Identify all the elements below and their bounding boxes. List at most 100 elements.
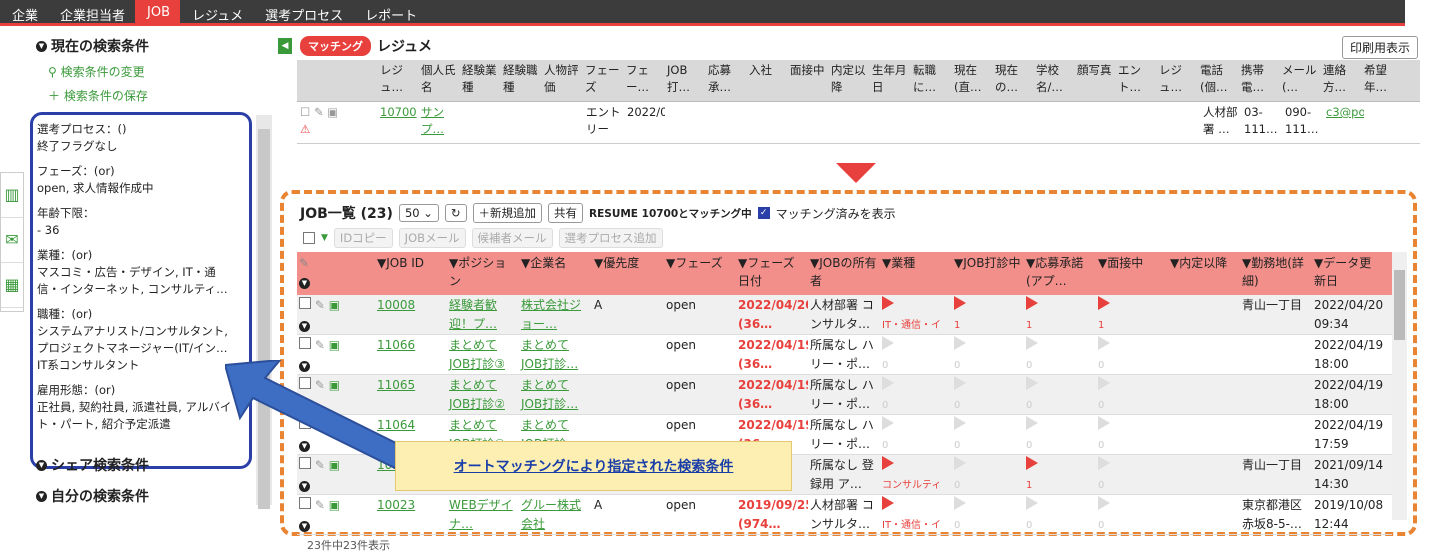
save-conditions-link[interactable]: ＋ 検索条件の保存 xyxy=(48,87,148,104)
resume-column-header[interactable]: 経験職種 xyxy=(500,60,541,101)
resume-column-header[interactable]: フェー… xyxy=(623,60,664,101)
resume-column-header[interactable]: レジュ… xyxy=(1156,60,1197,101)
job-column-header[interactable]: ▼業種 xyxy=(880,252,952,295)
change-conditions-link[interactable]: ⚲ 検索条件の変更 xyxy=(48,63,145,80)
resume-column-header[interactable]: JOB打… xyxy=(664,60,705,101)
resume-column-header[interactable]: 面接中 xyxy=(787,60,828,101)
job-cell[interactable]: 経験者歓迎！プ… xyxy=(447,295,519,334)
job-column-header[interactable]: ▼JOB ID xyxy=(375,252,447,295)
job-column-header[interactable]: ▼JOBの所有者 xyxy=(808,252,880,295)
job-cell: 0 xyxy=(1024,335,1096,374)
mail-icon[interactable]: ✉ xyxy=(1,218,23,263)
job-table-scrollbar[interactable] xyxy=(1392,252,1407,520)
resume-column-header[interactable]: 応募承… xyxy=(705,60,746,101)
job-column-header[interactable]: ▼優先度 xyxy=(592,252,664,295)
nav-tab[interactable]: 選考プロセス xyxy=(253,0,353,24)
calendar-icon[interactable]: ▦ xyxy=(1,263,23,308)
job-cell: 2022/04/20 (36… xyxy=(738,298,808,331)
current-conditions-heading[interactable]: ▼ 現在の検索条件 xyxy=(36,36,149,56)
resume-column-header[interactable]: 内定以降 xyxy=(828,60,869,101)
pin-column-header[interactable]: ✎ ▼ xyxy=(297,252,375,295)
resume-column-header[interactable]: 現在の… xyxy=(992,60,1033,101)
per-page-select[interactable]: 50 ⌄ xyxy=(398,204,439,222)
job-cell[interactable]: WEBデザイナ… xyxy=(447,495,519,534)
job-cell: コンサルティング xyxy=(880,455,952,494)
resume-column-header[interactable]: エント… xyxy=(1115,60,1156,101)
job-cell[interactable]: まとめてJOB打診② xyxy=(447,375,519,414)
job-cell: A xyxy=(594,498,603,512)
nav-tab[interactable]: 企業担当者 xyxy=(48,0,135,24)
job-cell xyxy=(1168,415,1240,454)
resume-column-header[interactable]: フェーズ xyxy=(582,60,623,101)
job-cell: 0 xyxy=(1096,415,1168,454)
job-cell: 0 xyxy=(880,375,952,414)
job-cell: 東京都港区赤坂8-5-… xyxy=(1242,498,1303,531)
resume-name-link[interactable]: サンプ… xyxy=(418,102,459,143)
resume-column-header[interactable]: 電話(個… xyxy=(1197,60,1238,101)
job-column-header[interactable]: ▼応募承諾(アプ… xyxy=(1024,252,1096,295)
resume-column-header[interactable]: レジュ… xyxy=(377,60,418,101)
job-cell: 所属なし ハリー・ポ… xyxy=(810,378,874,411)
show-matched-checkbox[interactable]: ✓ xyxy=(757,207,770,219)
nav-tab[interactable]: 企業 xyxy=(0,0,48,24)
resume-column-header[interactable]: 人物評価 xyxy=(541,60,582,101)
job-cell[interactable]: まとめてJOB打診③ xyxy=(447,335,519,374)
resume-column-header[interactable]: 生年月日 xyxy=(869,60,910,101)
share-conditions-heading[interactable]: ▼ シェア検索条件 xyxy=(36,455,149,475)
job-cell: 所属なし ハリー・ポ… xyxy=(810,418,874,451)
job-column-header[interactable]: ▼フェーズ日付 xyxy=(736,252,808,295)
resume-column-header[interactable]: 携帯電… xyxy=(1238,60,1279,101)
resume-column-header[interactable]: 入社 xyxy=(746,60,787,101)
nav-tab[interactable]: JOB xyxy=(135,0,181,23)
job-column-header[interactable]: ▼ポジション xyxy=(447,252,519,295)
select-all-checkbox[interactable] xyxy=(303,232,315,244)
job-column-header[interactable]: ▼内定以降 xyxy=(1168,252,1240,295)
bulk-action-button[interactable]: IDコピー xyxy=(333,228,393,248)
resume-column-header[interactable]: 経験業種 xyxy=(459,60,500,101)
annotation-callout: オートマッチングにより指定された検索条件 xyxy=(395,441,792,491)
nav-tab[interactable]: レジュメ xyxy=(180,0,253,24)
share-button[interactable]: 共有 xyxy=(548,203,584,223)
job-cell: 2022/04/19 (36… xyxy=(738,338,808,371)
resume-column-header[interactable]: 顔写真 xyxy=(1074,60,1115,101)
job-row[interactable]: ✎ ▣ ▼ 10008 経験者歓迎！プ… 株式会社ジョー… Aopen 2022/04/20… xyxy=(297,295,1392,335)
job-cell[interactable]: まとめてJOB打診… xyxy=(519,375,592,414)
resume-column-header[interactable]: 現在(直… xyxy=(951,60,992,101)
chart-icon[interactable]: ▥ xyxy=(1,173,23,218)
bulk-action-button[interactable]: 選考プロセス追加 xyxy=(558,228,663,248)
resume-id-link[interactable]: 10700 xyxy=(377,102,418,143)
own-conditions-heading[interactable]: ▼ 自分の検索条件 xyxy=(36,486,149,506)
job-column-header[interactable]: ▼企業名 xyxy=(519,252,592,295)
job-cell[interactable]: 10008 xyxy=(375,295,447,334)
resume-column-header[interactable]: 個人氏名 xyxy=(418,60,459,101)
job-cell[interactable]: グルー株式会社 xyxy=(519,495,592,534)
new-job-button[interactable]: ＋新規追加 xyxy=(472,203,543,223)
job-column-header[interactable]: ▼面接中 xyxy=(1096,252,1168,295)
job-row[interactable]: ✎ ▣▼11065まとめてJOB打診②まとめてJOB打診…open2022/04… xyxy=(297,375,1392,415)
job-row[interactable]: ✎ ▣ ▼ 11066 まとめてJOB打診③ まとめてJOB打診… open 2022/04… xyxy=(297,335,1392,375)
print-button[interactable]: 印刷用表示 xyxy=(1342,36,1419,59)
job-cell[interactable]: 10023 xyxy=(375,495,447,534)
job-column-header[interactable]: ▼データ更新日 xyxy=(1312,252,1384,295)
resume-column-header[interactable]: メール(… xyxy=(1279,60,1320,101)
bulk-action-button[interactable]: JOBメール xyxy=(398,228,466,248)
job-cell: 1 xyxy=(952,295,1024,334)
resume-column-header[interactable]: 希望年… xyxy=(1361,60,1402,101)
result-count: 23件中23件表示 xyxy=(307,539,390,552)
job-column-header[interactable]: ▼フェーズ xyxy=(664,252,736,295)
bulk-action-button[interactable]: 候補者メール xyxy=(471,228,553,248)
resume-column-header[interactable]: 連絡方… xyxy=(1320,60,1361,101)
resume-column-header[interactable]: 学校名/… xyxy=(1033,60,1074,101)
resume-row[interactable]: ☐ ✎ ▣⚠ 10700 サンプ… エントリー 2022/04… 人材部署 … … xyxy=(297,102,1420,144)
dropdown-icon[interactable]: ▼ xyxy=(321,233,328,243)
job-row[interactable]: ✎ ▣ ▼ 10023 WEBデザイナ… グルー株式会社 Aopen 2019/09/25 … xyxy=(297,495,1392,535)
mail-link[interactable]: c3@port… xyxy=(1323,102,1364,143)
nav-tab[interactable]: レポート xyxy=(353,0,427,24)
resume-column-header[interactable]: 転職に… xyxy=(910,60,951,101)
collapse-sidebar-button[interactable]: ◀ xyxy=(278,38,292,54)
job-column-header[interactable]: ▼勤務地(詳細) xyxy=(1240,252,1312,295)
refresh-icon[interactable]: ↻ xyxy=(444,204,467,222)
job-cell[interactable]: 株式会社ジョー… xyxy=(519,295,592,334)
job-column-header[interactable]: ▼JOB打診中 xyxy=(952,252,1024,295)
job-cell[interactable]: まとめてJOB打診… xyxy=(519,335,592,374)
